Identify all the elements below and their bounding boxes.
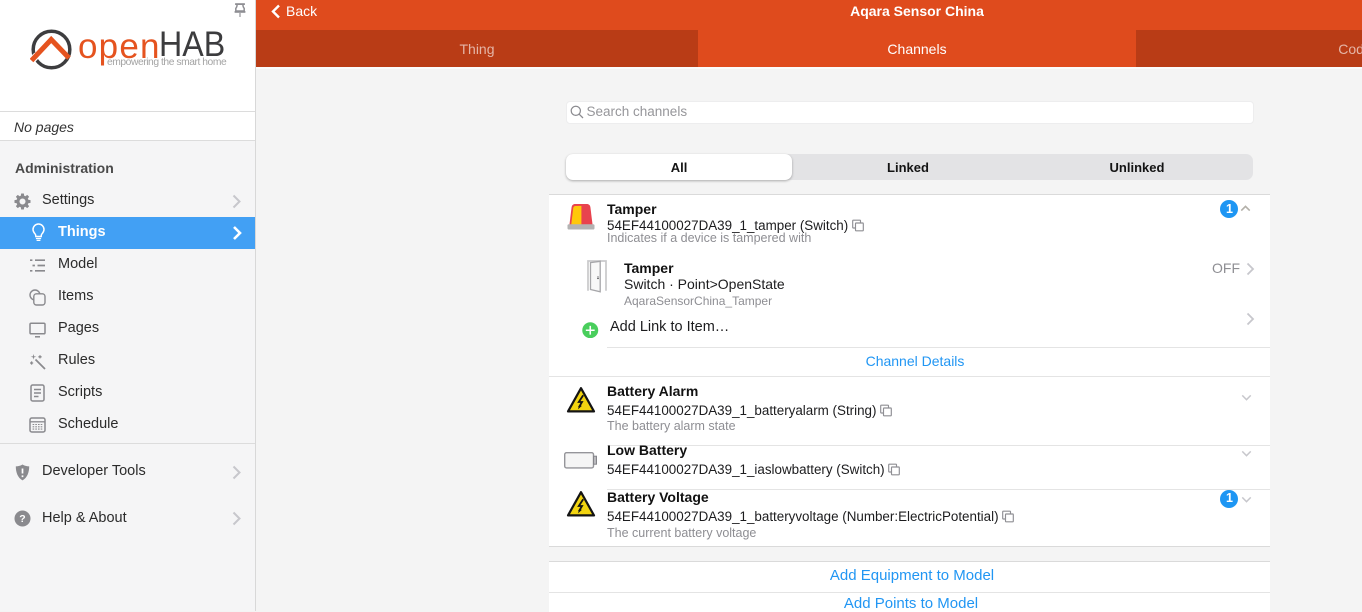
svg-text:?: ? [19, 513, 25, 525]
